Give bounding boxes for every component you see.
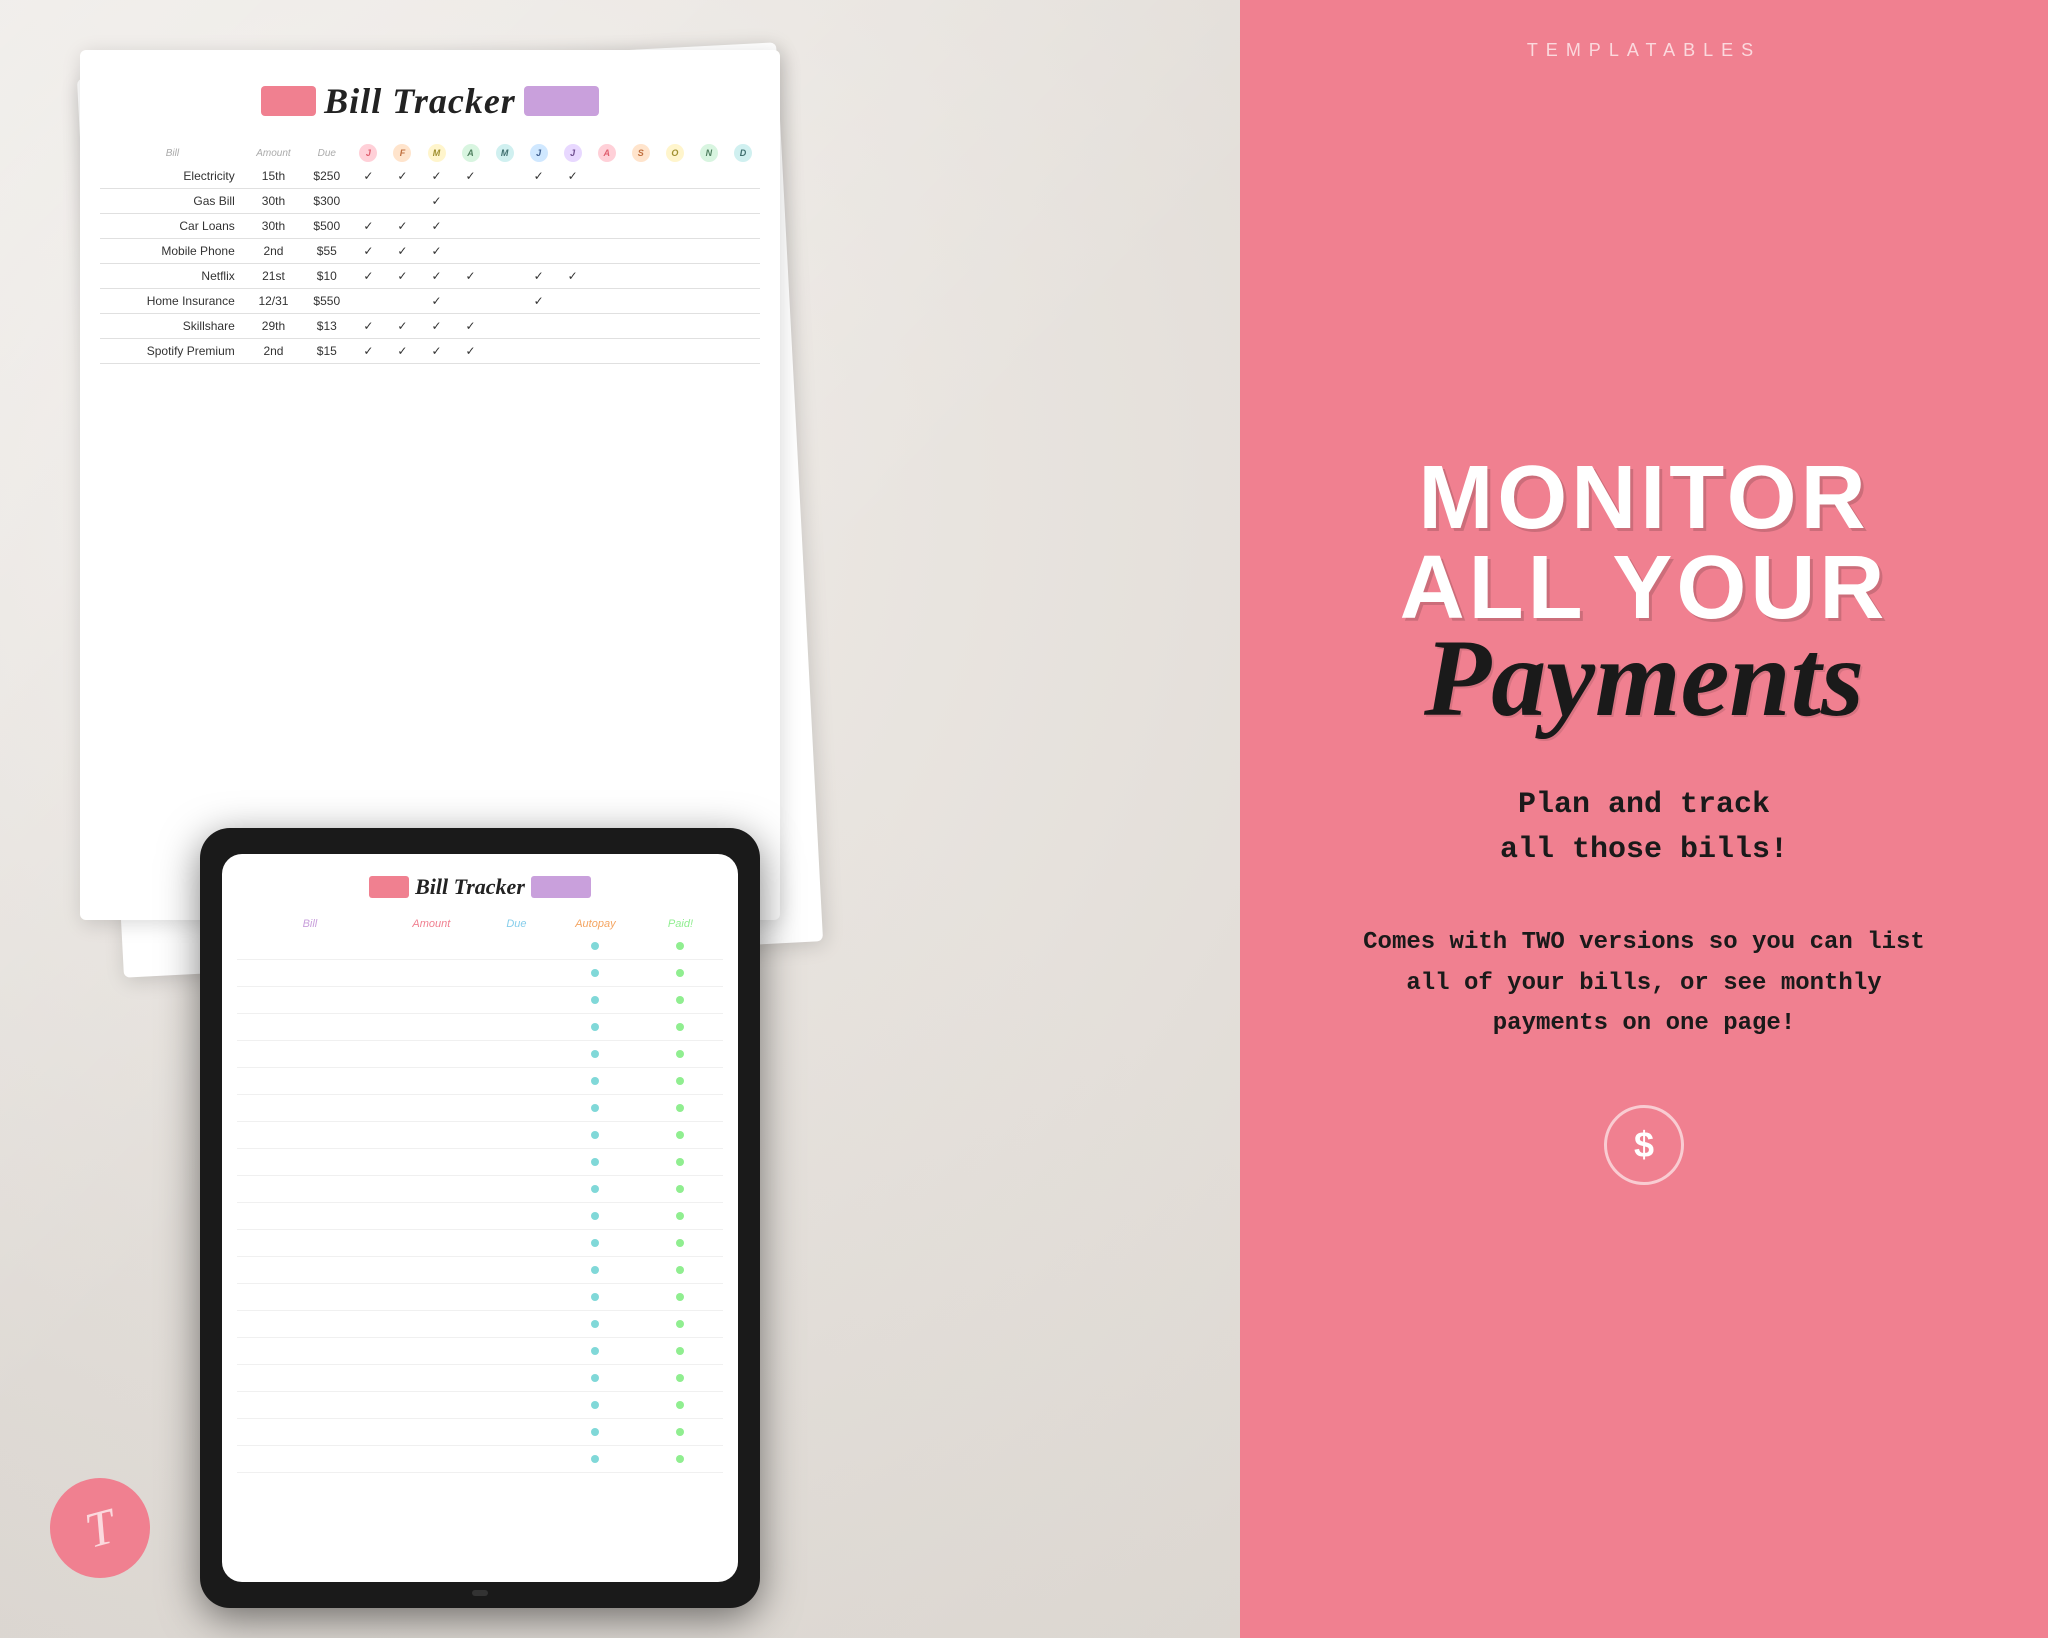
bill-due: 2nd	[245, 339, 302, 364]
left-panel: Bill Tracker Bill Amount Due J F M A M J…	[0, 0, 1240, 1638]
tablet-col-bill: Bill	[237, 915, 383, 933]
brand-logo: T	[50, 1478, 150, 1578]
brand-name: TEMPLATABLES	[1240, 40, 2048, 61]
table-row	[237, 960, 723, 987]
bill-name: Electricity	[100, 164, 245, 189]
table-row	[237, 1230, 723, 1257]
bill-amount: $250	[302, 164, 351, 189]
bill-due: 30th	[245, 214, 302, 239]
month-j1: J	[351, 142, 385, 164]
bill-amount: $300	[302, 189, 351, 214]
tagline-2: Comes with TWO versions so you can list …	[1344, 923, 1944, 1045]
table-row: Electricity 15th $250 ✓ ✓ ✓ ✓ ✓ ✓	[100, 164, 760, 189]
tablet-col-due: Due	[480, 915, 553, 933]
table-row: Netflix 21st $10 ✓ ✓ ✓ ✓ ✓ ✓	[100, 264, 760, 289]
month-a2: A	[590, 142, 624, 164]
bill-amount: $15	[302, 339, 351, 364]
month-s: S	[624, 142, 658, 164]
dollar-circle: $	[1604, 1105, 1684, 1185]
bill-name: Netflix	[100, 264, 245, 289]
table-row	[237, 1419, 723, 1446]
bill-name: Spotify Premium	[100, 339, 245, 364]
bill-table: Bill Amount Due J F M A M J J A S O N D	[100, 142, 760, 364]
table-row: Car Loans 30th $500 ✓ ✓ ✓	[100, 214, 760, 239]
table-row	[237, 1284, 723, 1311]
month-j2: J	[522, 142, 556, 164]
month-m2: M	[488, 142, 522, 164]
headline-line1: MONITOR	[1400, 453, 1889, 543]
table-row	[237, 1014, 723, 1041]
bill-name: Car Loans	[100, 214, 245, 239]
table-row	[237, 987, 723, 1014]
table-row	[237, 1365, 723, 1392]
table-row	[237, 1095, 723, 1122]
tablet-device: Bill Tracker Bill Amount Due Autopay Pai…	[200, 828, 760, 1608]
month-a1: A	[454, 142, 488, 164]
paper-front: Bill Tracker Bill Amount Due J F M A M J…	[80, 50, 780, 920]
bill-name: Home Insurance	[100, 289, 245, 314]
col-header-bill: Bill	[100, 142, 245, 164]
tablet-screen: Bill Tracker Bill Amount Due Autopay Pai…	[222, 854, 738, 1582]
table-row	[237, 1068, 723, 1095]
tablet-home-button	[472, 1590, 488, 1596]
table-row	[237, 1176, 723, 1203]
right-panel: TEMPLATABLES MONITOR ALL YOUR Payments P…	[1240, 0, 2048, 1638]
tablet-col-autopay: Autopay	[553, 915, 638, 933]
paper-title-area: Bill Tracker	[100, 80, 760, 122]
tablet-title-text: Bill Tracker	[415, 874, 525, 900]
bill-due: 15th	[245, 164, 302, 189]
month-m1: M	[419, 142, 453, 164]
table-row: Gas Bill 30th $300 ✓	[100, 189, 760, 214]
table-row	[237, 1338, 723, 1365]
bill-amount: $55	[302, 239, 351, 264]
tablet-title-purple-block	[531, 876, 591, 898]
logo-letter: T	[79, 1496, 121, 1559]
table-row	[237, 1203, 723, 1230]
tablet-bill-table: Bill Amount Due Autopay Paid!	[237, 915, 723, 1473]
tablet-title-pink-block	[369, 876, 409, 898]
table-row	[237, 1149, 723, 1176]
table-row	[237, 933, 723, 960]
bill-due: 2nd	[245, 239, 302, 264]
table-row: Home Insurance 12/31 $550 ✓ ✓	[100, 289, 760, 314]
tagline-1: Plan and track all those bills!	[1500, 783, 1788, 873]
month-f: F	[385, 142, 419, 164]
month-o: O	[658, 142, 692, 164]
bill-due: 29th	[245, 314, 302, 339]
bill-name: Skillshare	[100, 314, 245, 339]
table-row: Skillshare 29th $13 ✓ ✓ ✓ ✓	[100, 314, 760, 339]
bill-due: 12/31	[245, 289, 302, 314]
bill-due: 30th	[245, 189, 302, 214]
headline-script: Payments	[1400, 623, 1889, 733]
bill-amount: $10	[302, 264, 351, 289]
dollar-icon: $	[1634, 1124, 1654, 1166]
table-row	[237, 1122, 723, 1149]
month-n: N	[692, 142, 726, 164]
bill-name: Gas Bill	[100, 189, 245, 214]
bill-amount: $550	[302, 289, 351, 314]
table-row: Spotify Premium 2nd $15 ✓ ✓ ✓ ✓	[100, 339, 760, 364]
bill-due: 21st	[245, 264, 302, 289]
table-row	[237, 1446, 723, 1473]
col-header-due: Due	[302, 142, 351, 164]
bill-amount: $500	[302, 214, 351, 239]
headline-block: MONITOR ALL YOUR Payments	[1400, 453, 1889, 733]
table-row	[237, 1311, 723, 1338]
table-row	[237, 1392, 723, 1419]
tablet-col-amount: Amount	[383, 915, 480, 933]
table-row	[237, 1041, 723, 1068]
month-j3: J	[556, 142, 590, 164]
title-pink-block	[261, 86, 316, 116]
col-header-amount: Amount	[245, 142, 302, 164]
bill-amount: $13	[302, 314, 351, 339]
bill-name: Mobile Phone	[100, 239, 245, 264]
title-purple-block	[524, 86, 599, 116]
table-row	[237, 1257, 723, 1284]
tablet-col-paid: Paid!	[638, 915, 723, 933]
tablet-title-area: Bill Tracker	[237, 874, 723, 900]
month-d: D	[726, 142, 760, 164]
table-row: Mobile Phone 2nd $55 ✓ ✓ ✓	[100, 239, 760, 264]
paper-title-text: Bill Tracker	[324, 80, 516, 122]
